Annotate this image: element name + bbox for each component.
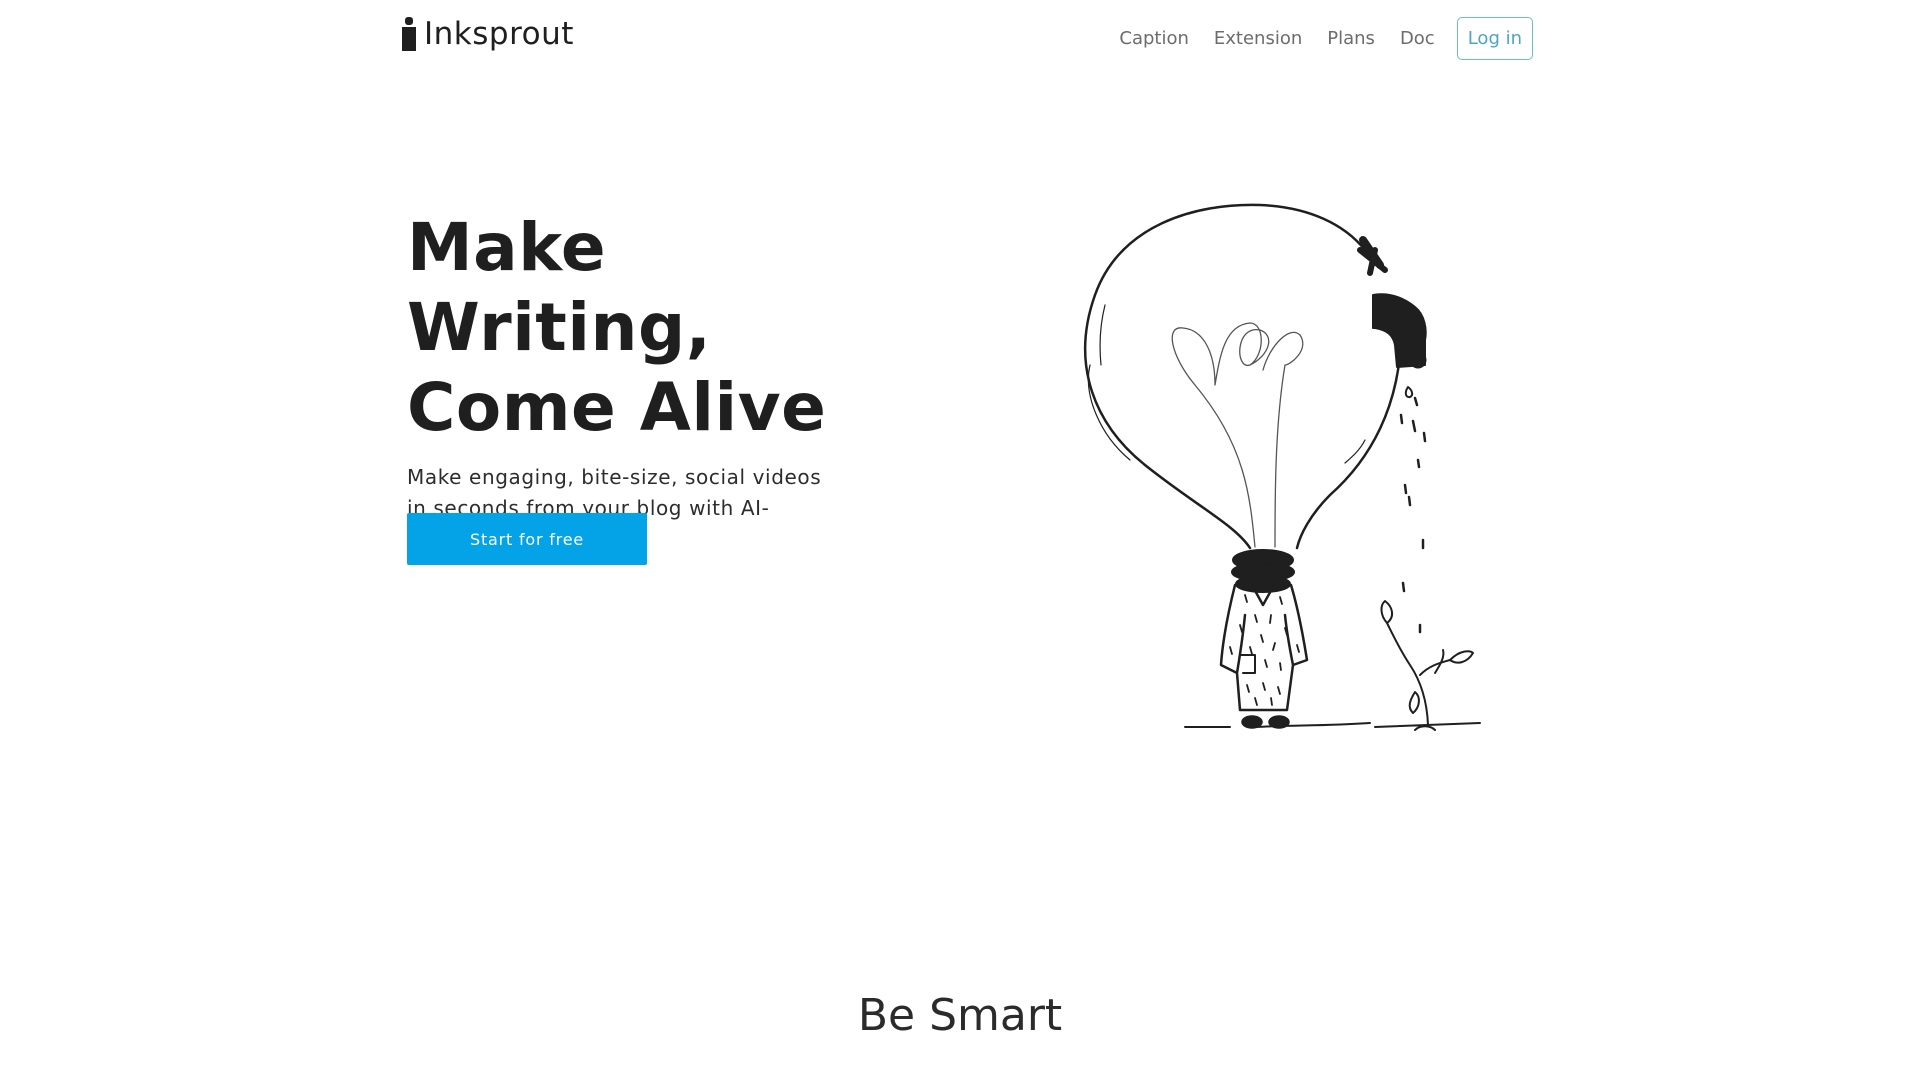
hero-text-block: Make Writing, Come Alive Make engaging, … xyxy=(407,208,887,555)
top-navbar: Inksprout Caption Extension Plans Doc Lo… xyxy=(0,0,1920,76)
ink-bottle-icon xyxy=(402,17,416,51)
ground-line xyxy=(1184,722,1481,731)
nav-link-doc[interactable]: Doc xyxy=(1400,28,1435,49)
hero-title-line-2: Come Alive xyxy=(407,369,827,446)
faucet xyxy=(1357,236,1427,369)
nav-link-plans[interactable]: Plans xyxy=(1327,28,1375,49)
hero-title: Make Writing, Come Alive xyxy=(407,208,887,448)
landing-page: Inksprout Caption Extension Plans Doc Lo… xyxy=(0,0,1920,1080)
bulb-outline xyxy=(1083,203,1402,550)
start-for-free-button[interactable]: Start for free xyxy=(407,513,647,565)
coat-figure xyxy=(1219,549,1309,729)
brand-logo-link[interactable]: Inksprout xyxy=(400,16,574,52)
hero-title-line-1: Make Writing, xyxy=(407,209,712,366)
nav-link-caption[interactable]: Caption xyxy=(1119,28,1189,49)
bulb-filament xyxy=(1171,322,1304,548)
lightbulb-faucet-sprout-illustration xyxy=(1083,203,1481,731)
main-nav: Caption Extension Plans Doc Log in xyxy=(1094,17,1533,60)
brand-name: Inksprout xyxy=(424,16,574,52)
nav-link-extension[interactable]: Extension xyxy=(1214,28,1302,49)
water-drops xyxy=(1399,386,1427,634)
bulb-outline-sketch xyxy=(1087,304,1366,464)
sprout-plant xyxy=(1380,600,1474,726)
section-title-be-smart: Be Smart xyxy=(857,990,1063,1041)
login-button[interactable]: Log in xyxy=(1456,17,1533,60)
